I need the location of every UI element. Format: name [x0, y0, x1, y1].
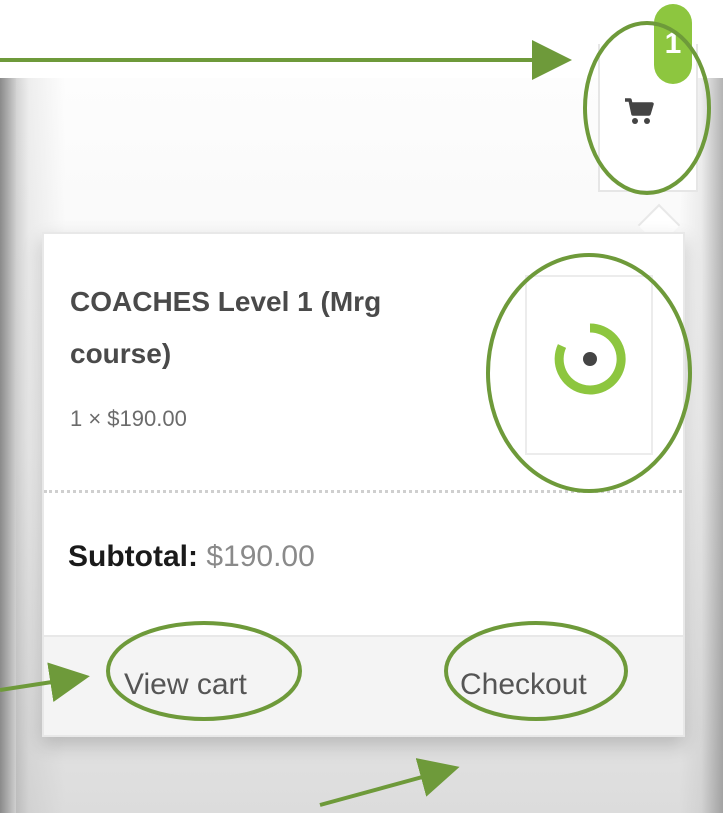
- cart-item-title-line1: COACHES Level 1 (Mrg: [70, 286, 382, 317]
- view-cart-button[interactable]: View cart: [124, 668, 247, 702]
- cart-item-title[interactable]: COACHES Level 1 (Mrg course): [70, 276, 430, 380]
- cart-item-title-line2: course): [70, 338, 172, 369]
- checkout-button[interactable]: Checkout: [460, 668, 587, 702]
- page-edge-shade: [0, 78, 16, 813]
- annotation-arrow-checkout: [319, 758, 460, 807]
- cart-item-quantity-price: 1 × $190.00: [70, 406, 187, 431]
- item-divider: [44, 490, 682, 493]
- subtotal-value: $190.00: [206, 540, 315, 573]
- brand-logo-icon: [554, 323, 626, 395]
- subtotal-label: Subtotal:: [68, 540, 198, 573]
- cart-count-badge: 1: [654, 4, 692, 84]
- cart-subtotal: Subtotal: $190.00: [68, 540, 315, 574]
- shopping-cart-icon[interactable]: [622, 94, 656, 128]
